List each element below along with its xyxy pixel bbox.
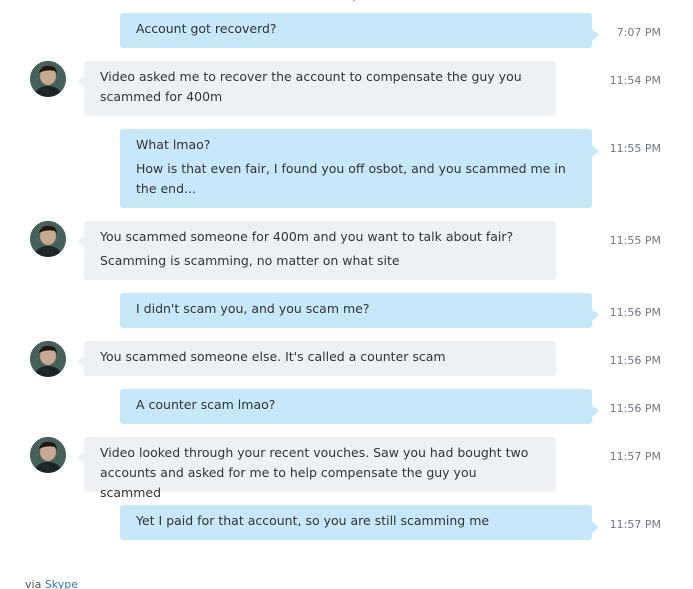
message-text: Account got recoverd? [136, 21, 277, 36]
contact-avatar-icon[interactable] [30, 437, 66, 473]
message-timestamp: 11:57 PM [609, 518, 661, 531]
skype-link[interactable]: Skype [45, 578, 78, 589]
message-timestamp: 11:56 PM [609, 402, 661, 415]
message-bubble-outgoing: Yet I paid for that account, so you are … [120, 505, 599, 540]
scroll-fragment: › [352, 0, 357, 6]
message-bubble-incoming: You scammed someone else. It's called a … [77, 341, 556, 376]
message-timestamp: 11:57 PM [609, 450, 661, 463]
via-footer: via Skype [25, 578, 78, 589]
message-text: I didn't scam you, and you scam me? [136, 301, 370, 316]
contact-avatar-icon[interactable] [30, 221, 66, 257]
message-text: Video looked through your recent vouches… [100, 445, 529, 500]
message-text: Yet I paid for that account, so you are … [136, 513, 490, 528]
message-text: What lmao? [136, 137, 211, 152]
message-bubble-outgoing: I didn't scam you, and you scam me? [120, 293, 599, 328]
message-text: How is that even fair, I found you off o… [136, 161, 566, 196]
message-text: You scammed someone else. It's called a … [100, 349, 446, 364]
message-timestamp: 11:56 PM [609, 354, 661, 367]
message-bubble-incoming: You scammed someone for 400m and you wan… [77, 221, 556, 280]
message-bubble-incoming: Video asked me to recover the account to… [77, 61, 556, 116]
via-label: via [25, 578, 42, 589]
message-timestamp: 11:55 PM [609, 234, 661, 247]
message-timestamp: 7:07 PM [616, 26, 661, 39]
message-text: Scamming is scamming, no matter on what … [100, 253, 400, 268]
message-bubble-outgoing: Account got recoverd? [120, 13, 599, 48]
message-bubble-incoming: Video looked through your recent vouches… [77, 437, 556, 500]
contact-avatar-icon[interactable] [30, 61, 66, 97]
message-timestamp: 11:56 PM [609, 306, 661, 319]
message-bubble-outgoing: What lmao? How is that even fair, I foun… [120, 129, 599, 208]
message-text: You scammed someone for 400m and you wan… [100, 229, 514, 244]
chat-transcript: › Account got recoverd? 7:07 PM Video as… [0, 0, 693, 589]
message-text: A counter scam lmao? [136, 397, 276, 412]
message-timestamp: 11:54 PM [609, 74, 661, 87]
message-bubble-outgoing: A counter scam lmao? [120, 389, 599, 424]
message-timestamp: 11:55 PM [609, 142, 661, 155]
message-text: Video asked me to recover the account to… [100, 69, 522, 104]
contact-avatar-icon[interactable] [30, 341, 66, 377]
